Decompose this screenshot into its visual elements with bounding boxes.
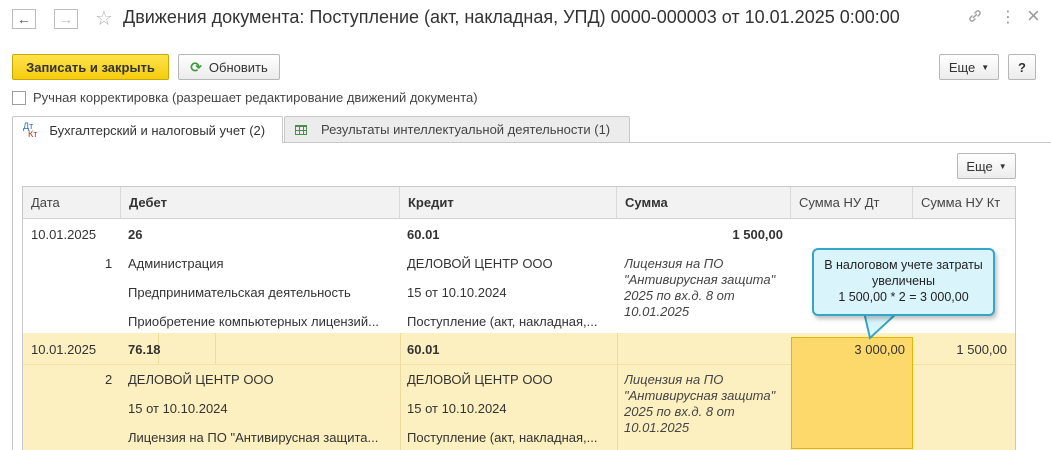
help-button[interactable]: ? [1008,54,1036,80]
refresh-button[interactable]: ⟳ Обновить [178,54,280,80]
callout-line-1: В налоговом учете затраты [824,258,983,272]
column-header-amount[interactable]: Сумма [617,187,791,219]
link-icon[interactable] [967,8,983,29]
panel-more-button[interactable]: Еще ▼ [957,153,1016,179]
column-header-debit[interactable]: Дебет [121,187,400,219]
refresh-label: Обновить [208,59,268,75]
row-date: 10.01.2025 [31,227,97,242]
column-header-credit[interactable]: Кредит [400,187,617,219]
credit-subconto-2: 15 от 10.10.2024 [407,285,507,300]
column-header-nu-dt[interactable]: Сумма НУ Дт [791,187,913,219]
amount-nu-dt: 3 000,00 [854,342,905,357]
tab-accounting[interactable]: Дт Кт Бухгалтерский и налоговый учет (2) [12,116,283,143]
debit-subconto-2: 15 от 10.10.2024 [128,401,228,416]
tab-intellectual-label: Результаты интеллектуальной деятельности… [321,122,611,137]
debit-subconto-1: Администрация [128,256,224,271]
credit-subconto-3: Поступление (акт, накладная,... [407,314,598,329]
credit-subconto-1: ДЕЛОВОЙ ЦЕНТР ООО [407,256,553,271]
back-button[interactable]: ← [12,9,36,29]
debit-account: 26 [128,227,143,242]
chevron-down-icon: ▼ [998,161,1007,171]
forward-button[interactable]: → [54,9,78,29]
debit-account: 76.18 [128,342,161,357]
more-label: Еще [948,59,976,75]
callout-line-3: 1 500,00 * 2 = 3 000,00 [838,290,969,304]
debit-subconto-3: Приобретение компьютерных лицензий... [128,314,379,329]
tab-accounting-label: Бухгалтерский и налоговый учет (2) [49,122,266,138]
credit-subconto-2: 15 от 10.10.2024 [407,401,507,416]
content: Лицензия на ПО "Антивирусная защита" 202… [624,256,776,319]
debit-subconto-2: Предпринимательская деятельность [128,285,351,300]
table-icon [295,124,307,135]
save-and-close-button[interactable]: Записать и закрыть [12,54,169,80]
manual-correction-checkbox[interactable] [12,91,26,105]
column-header-nu-kt[interactable]: Сумма НУ Кт [913,187,1015,219]
refresh-icon: ⟳ [190,58,202,75]
page-title: Движения документа: Поступление (акт, на… [123,7,900,27]
favorite-star-icon[interactable]: ☆ [95,6,113,31]
credit-account: 60.01 [407,227,440,242]
callout-line-2: увеличены [872,274,935,288]
debit-credit-icon: Дт Кт [23,121,38,139]
more-button[interactable]: Еще ▼ [939,54,999,80]
close-icon[interactable]: × [1027,3,1040,29]
credit-subconto-1: ДЕЛОВОЙ ЦЕНТР ООО [407,372,553,387]
debit-subconto-3: Лицензия на ПО "Антивирусная защита... [128,430,379,445]
manual-correction-label: Ручная корректировка (разрешает редактир… [33,90,478,105]
amount-nu-kt: 1 500,00 [956,342,1007,357]
row-number: 1 [105,256,113,271]
chevron-down-icon: ▼ [981,62,990,72]
panel-more-label: Еще [966,158,993,174]
arrow-left-icon: ← [17,11,31,27]
debit-subconto-1: ДЕЛОВОЙ ЦЕНТР ООО [128,372,274,387]
content: Лицензия на ПО "Антивирусная защита" 202… [624,372,776,435]
more-menu-icon[interactable]: ⋮ [1000,7,1016,27]
amount: 1 500,00 [732,227,783,242]
callout-pointer [862,312,900,340]
row-date: 10.01.2025 [31,342,97,357]
row-number: 2 [105,372,113,387]
annotation-callout: В налоговом учете затраты увеличены 1 50… [812,248,995,316]
credit-account: 60.01 [407,342,440,357]
arrow-right-icon: → [59,11,73,27]
column-header-date[interactable]: Дата [23,187,121,219]
credit-subconto-3: Поступление (акт, накладная,... [407,430,598,445]
tab-intellectual[interactable]: Результаты интеллектуальной деятельности… [284,116,630,142]
